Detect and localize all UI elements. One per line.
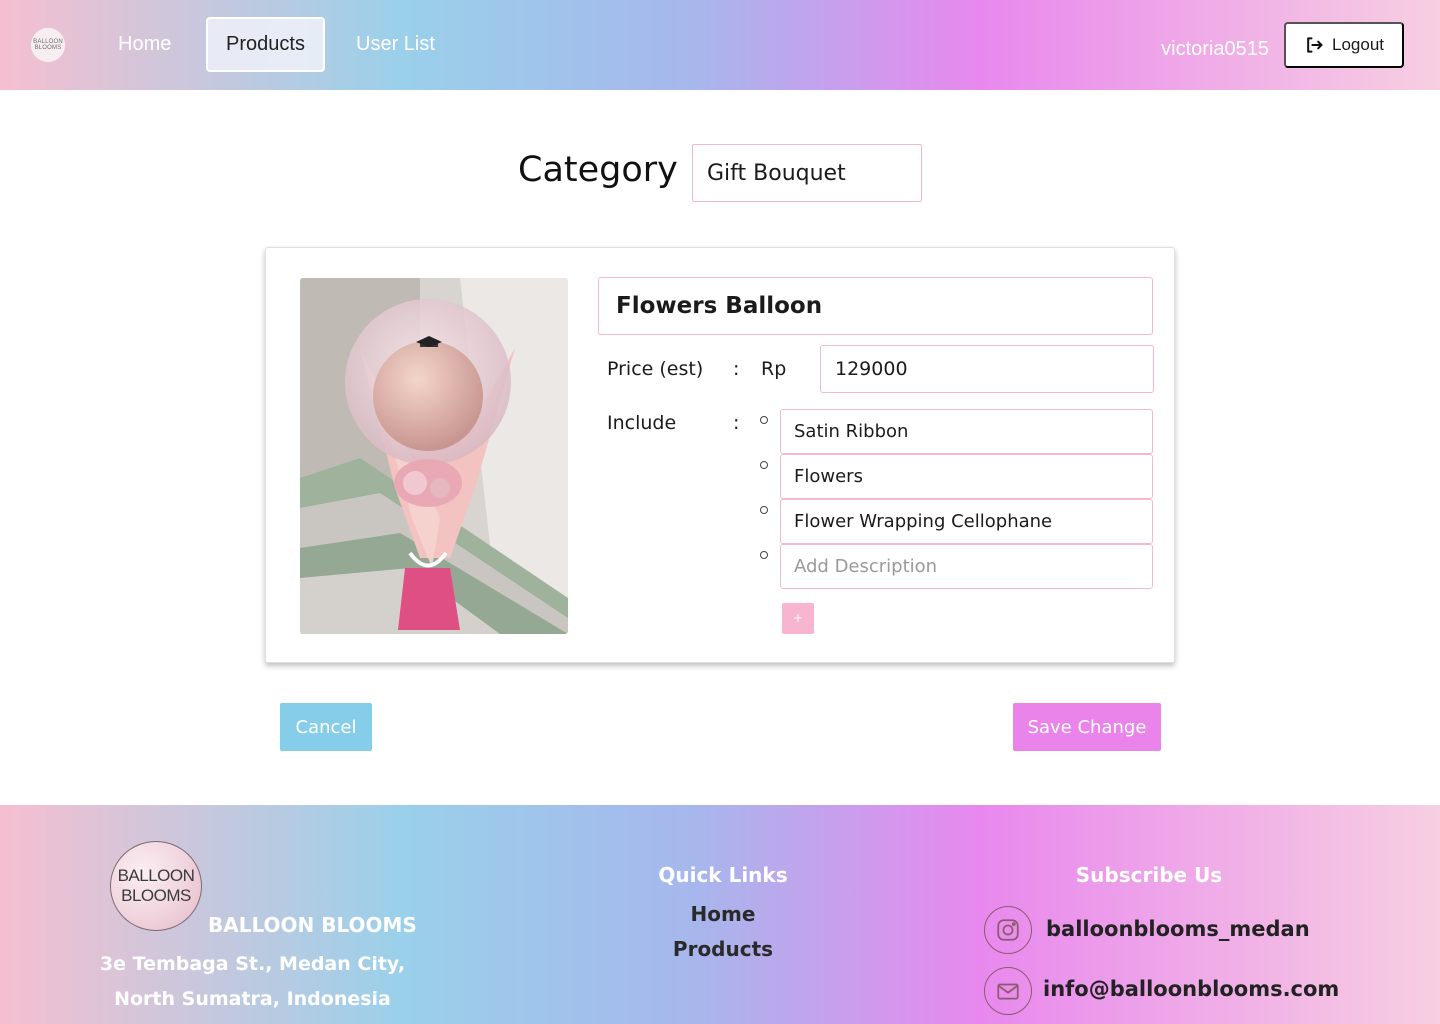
footer: BALLOON BLOOMS BALLOON BLOOMS 3e Tembaga… bbox=[0, 805, 1440, 1024]
mail-icon[interactable] bbox=[984, 967, 1032, 1015]
brand-logo[interactable]: BALLOON BLOOMS bbox=[30, 27, 66, 63]
footer-logo-line: BALLOON bbox=[117, 866, 195, 885]
include-bullet bbox=[760, 506, 768, 514]
save-change-button[interactable]: Save Change bbox=[1013, 703, 1161, 751]
include-label: Include bbox=[607, 412, 677, 434]
include-bullet bbox=[760, 551, 768, 559]
footer-logo-line: BLOOMS bbox=[121, 886, 191, 905]
instagram-icon[interactable] bbox=[984, 906, 1032, 954]
add-include-item-button[interactable]: + bbox=[782, 603, 814, 634]
instagram-handle[interactable]: balloonblooms_medan bbox=[1046, 917, 1310, 941]
include-item-field[interactable] bbox=[780, 409, 1153, 454]
nav-products[interactable]: Products bbox=[206, 17, 325, 72]
nav-user-list[interactable]: User List bbox=[341, 17, 450, 72]
footer-address: 3e Tembaga St., Medan City, North Sumatr… bbox=[99, 953, 406, 1010]
username-label: victoria0515 bbox=[1161, 38, 1269, 60]
logout-button[interactable]: Logout bbox=[1284, 22, 1404, 68]
email-address[interactable]: info@balloonblooms.com bbox=[1043, 977, 1339, 1001]
subscribe-heading: Subscribe Us bbox=[1075, 863, 1223, 887]
cancel-button[interactable]: Cancel bbox=[280, 703, 372, 751]
top-navbar: BALLOON BLOOMS Home Products User List v… bbox=[0, 0, 1440, 90]
currency-label: Rp bbox=[761, 358, 787, 380]
include-item-field[interactable] bbox=[780, 499, 1153, 544]
include-bullet bbox=[760, 461, 768, 469]
nav-home[interactable]: Home bbox=[103, 17, 186, 72]
logout-icon bbox=[1307, 37, 1323, 53]
footer-link-home[interactable]: Home bbox=[623, 902, 823, 926]
price-colon: : bbox=[733, 358, 740, 380]
quick-links-heading: Quick Links bbox=[658, 863, 788, 887]
logout-label: Logout bbox=[1332, 35, 1384, 54]
category-field[interactable] bbox=[692, 144, 922, 202]
price-label: Price (est) bbox=[607, 358, 704, 380]
brand-logo-text: BALLOON BLOOMS bbox=[33, 39, 63, 51]
add-description-field[interactable] bbox=[780, 544, 1153, 589]
product-image[interactable] bbox=[300, 278, 568, 634]
include-item-field[interactable] bbox=[780, 454, 1153, 499]
include-colon: : bbox=[733, 412, 740, 434]
footer-logo: BALLOON BLOOMS bbox=[110, 841, 202, 931]
include-bullet bbox=[760, 416, 768, 424]
footer-link-products[interactable]: Products bbox=[623, 937, 823, 961]
category-label: Category : bbox=[518, 150, 701, 190]
product-name-field[interactable] bbox=[598, 277, 1153, 335]
footer-brand-name: BALLOON BLOOMS bbox=[208, 913, 417, 937]
product-edit-card: Price (est) : Rp Include : + bbox=[265, 247, 1175, 663]
price-field[interactable] bbox=[820, 345, 1154, 393]
